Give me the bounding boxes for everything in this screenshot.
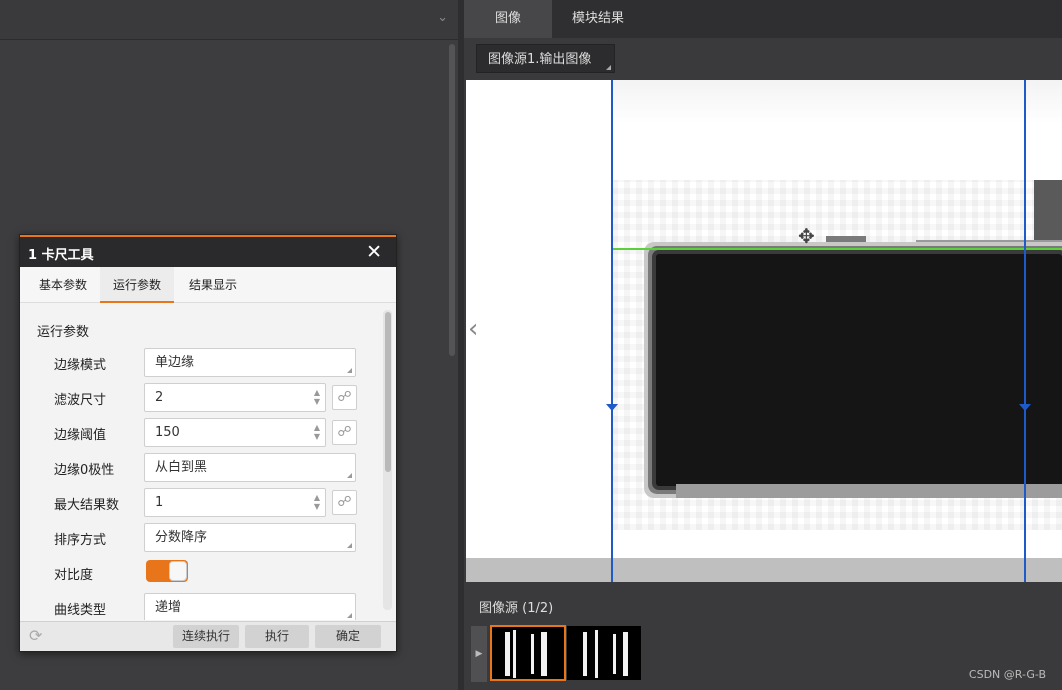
param-label: 最大结果数 [54, 498, 120, 513]
edge-threshold-stepper[interactable]: 150 ▲ ▼ [144, 418, 326, 447]
link-icon[interactable]: ☍ [332, 490, 357, 515]
param-label: 边缘模式 [54, 358, 107, 373]
caliper-direction-arrow [1019, 404, 1031, 411]
watermark: CSDN @R-G-B [968, 668, 1046, 681]
spin-arrows-icon[interactable]: ▲ ▼ [314, 388, 320, 406]
tab-result-display[interactable]: 结果显示 [176, 267, 250, 303]
left-panel-header: ⌄ [0, 0, 460, 40]
dropdown-corner-icon [347, 368, 352, 373]
run-button[interactable]: 执行 [245, 625, 309, 648]
thumbnail-mark [623, 632, 628, 676]
image-canvas[interactable]: ✥ [466, 80, 1062, 582]
link-icon[interactable]: ☍ [332, 420, 357, 445]
tab-basic-params[interactable]: 基本参数 [26, 267, 100, 303]
sort-mode-select[interactable]: 分数降序 [144, 523, 356, 552]
filter-size-stepper[interactable]: 2 ▲ ▼ [144, 383, 326, 412]
image-source-count: 图像源 (1/2) [479, 601, 554, 616]
image-dark-region [916, 240, 1062, 254]
param-label: 曲线类型 [54, 603, 107, 618]
param-label: 边缘阈值 [54, 428, 107, 443]
dialog-header[interactable]: 1 卡尺工具 ✕ [20, 235, 396, 267]
move-icon[interactable]: ✥ [798, 226, 815, 246]
thumbnail-mark [583, 632, 587, 676]
thumbnail-collapse-icon[interactable]: ▶ [471, 626, 487, 682]
chevron-left-icon[interactable]: ‹ [468, 316, 478, 342]
param-row-contrast: 对比度 [20, 558, 380, 587]
dropdown-corner-icon [347, 543, 352, 548]
max-results-stepper[interactable]: 1 ▲ ▼ [144, 488, 326, 517]
thumbnail-mark [541, 632, 547, 676]
dialog-tabs: 基本参数 运行参数 结果显示 [20, 267, 396, 303]
curve-type-select[interactable]: 递增 [144, 593, 356, 620]
detected-edge-line [612, 248, 1062, 250]
param-row-sort-mode: 排序方式 分数降序 [20, 523, 380, 552]
param-row-edge-threshold: 边缘阈值 150 ▲ ▼ ☍ [20, 418, 380, 447]
refresh-icon[interactable]: ⟳ [29, 627, 42, 645]
param-label: 边缘0极性 [54, 463, 115, 478]
tab-run-params[interactable]: 运行参数 [100, 267, 174, 303]
image-bottom-border [466, 558, 1062, 582]
spin-arrows-icon[interactable]: ▲ ▼ [314, 493, 320, 511]
dropdown-corner-icon [347, 613, 352, 618]
param-value: 递增 [155, 600, 182, 615]
caliper-right-line[interactable] [1024, 80, 1026, 582]
caliper-left-line[interactable] [611, 80, 613, 582]
thumbnail-mark [513, 630, 516, 678]
caliper-tool-dialog: 1 卡尺工具 ✕ 基本参数 运行参数 结果显示 运行参数 边缘模式 单边缘 滤波… [19, 234, 397, 652]
spin-arrows-icon[interactable]: ▲ ▼ [314, 423, 320, 441]
param-value: 150 [155, 425, 180, 440]
thumbnail-mark [595, 630, 598, 678]
thumbnail-mark [613, 634, 616, 674]
image-source-select-label: 图像源1.输出图像 [488, 52, 592, 67]
thumbnail-image-2[interactable] [567, 626, 641, 680]
left-panel-scrollbar[interactable] [449, 44, 455, 356]
image-dark-object [656, 254, 1062, 486]
contrast-toggle[interactable] [146, 560, 188, 582]
tab-module-results[interactable]: 模块结果 [552, 0, 644, 38]
thumbnail-mark [531, 634, 534, 674]
param-value: 单边缘 [155, 355, 195, 370]
image-view-tabs: 图像 模块结果 [464, 0, 1062, 38]
image-dark-region [676, 484, 1062, 498]
confirm-button[interactable]: 确定 [315, 625, 381, 648]
dialog-title: 1 卡尺工具 [28, 248, 94, 263]
image-dark-region [826, 236, 866, 254]
dropdown-corner-icon [606, 65, 611, 70]
param-value: 1 [155, 495, 164, 510]
param-row-curve-type: 曲线类型 递增 [20, 593, 380, 620]
image-source-select[interactable]: 图像源1.输出图像 [476, 44, 615, 73]
chevron-down-icon[interactable]: ⌄ [437, 10, 448, 25]
image-background [612, 80, 1062, 125]
toggle-knob [169, 561, 187, 581]
param-label: 排序方式 [54, 533, 107, 548]
dialog-footer: ⟳ 连续执行 执行 确定 [20, 621, 396, 651]
param-row-edge-mode: 边缘模式 单边缘 [20, 348, 380, 377]
param-value: 从白到黑 [155, 460, 208, 475]
caliper-direction-arrow [606, 404, 618, 411]
param-label: 滤波尺寸 [54, 393, 107, 408]
thumbnail-mark [505, 632, 510, 676]
param-value: 分数降序 [155, 530, 208, 545]
dropdown-corner-icon [347, 473, 352, 478]
tab-image[interactable]: 图像 [464, 0, 552, 38]
section-title: 运行参数 [37, 325, 90, 340]
thumbnail-image-1[interactable] [490, 625, 566, 681]
param-value: 2 [155, 390, 164, 405]
param-label: 对比度 [54, 568, 94, 583]
param-row-max-results: 最大结果数 1 ▲ ▼ ☍ [20, 488, 380, 517]
link-icon[interactable]: ☍ [332, 385, 357, 410]
dialog-scrollbar-thumb[interactable] [385, 312, 391, 472]
param-row-filter-size: 滤波尺寸 2 ▲ ▼ ☍ [20, 383, 380, 412]
param-row-edge-polarity: 边缘0极性 从白到黑 [20, 453, 380, 482]
close-icon[interactable]: ✕ [366, 241, 382, 263]
edge-mode-select[interactable]: 单边缘 [144, 348, 356, 377]
edge-polarity-select[interactable]: 从白到黑 [144, 453, 356, 482]
dialog-content: 运行参数 边缘模式 单边缘 滤波尺寸 2 ▲ ▼ ☍ 边缘阈值 150 ▲ ▼ ☍ [20, 304, 396, 620]
continuous-run-button[interactable]: 连续执行 [173, 625, 239, 648]
